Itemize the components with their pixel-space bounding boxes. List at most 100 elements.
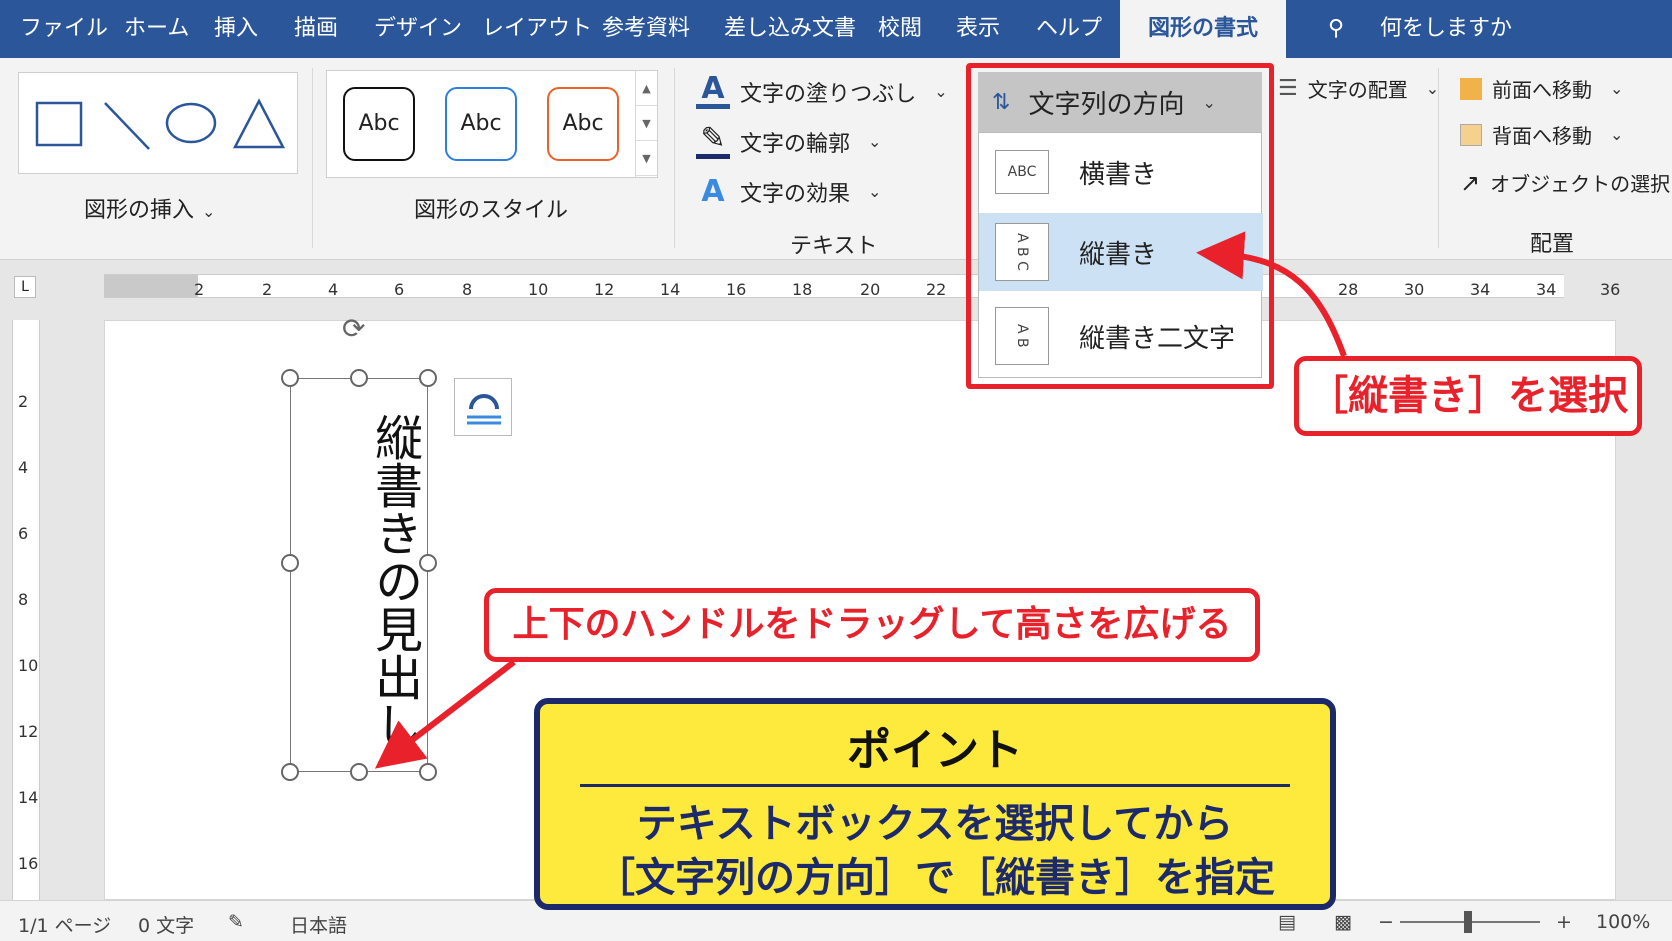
resize-handle[interactable] <box>419 554 437 572</box>
tab-mailings[interactable]: 差し込み文書 <box>724 0 856 58</box>
ruler-number: 34 <box>1536 280 1557 299</box>
chevron-down-icon: ⌄ <box>934 82 948 101</box>
tab-draw[interactable]: 描画 <box>294 0 338 58</box>
text-outline-button[interactable]: ✎ 文字の輪郭 ⌄ <box>696 124 881 159</box>
word-count[interactable]: 0 文字 <box>138 911 194 938</box>
resize-handle[interactable] <box>419 369 437 387</box>
ruler-number: 28 <box>1338 280 1359 299</box>
page-count[interactable]: 1/1 ページ <box>18 911 111 938</box>
menu-item-horizontal[interactable]: ABC 横書き <box>979 133 1263 211</box>
tab-layout[interactable]: レイアウト <box>482 0 592 58</box>
tab-review[interactable]: 校閲 <box>878 0 922 58</box>
menu-item-vertical[interactable]: A B C 縦書き <box>979 213 1263 291</box>
chevron-down-icon: ⌄ <box>868 182 882 201</box>
zoom-level[interactable]: 100% <box>1596 911 1650 933</box>
ruler-number: 30 <box>1404 280 1425 299</box>
text-fill-label: 文字の塗りつぶし <box>740 81 917 107</box>
resize-handle[interactable] <box>350 369 368 387</box>
send-backward-button[interactable]: 背面へ移動 ⌄ <box>1460 120 1623 149</box>
tell-me-input[interactable]: 何をしますか <box>1380 0 1512 58</box>
ruler-number: 22 <box>926 280 947 299</box>
tab-home[interactable]: ホーム <box>124 0 189 58</box>
more-icon[interactable]: ▼ <box>636 141 657 176</box>
gallery-scroller[interactable]: ▲ ▼ ▼ <box>635 71 657 177</box>
ruler-number: 12 <box>18 722 39 741</box>
send-backward-icon <box>1460 123 1482 146</box>
chevron-down-icon: ⌄ <box>202 202 216 221</box>
language-indicator[interactable]: 日本語 <box>290 911 347 938</box>
tab-stop-selector[interactable]: L <box>14 276 36 298</box>
text-fill-icon: A <box>696 74 730 109</box>
tab-help[interactable]: ヘルプ <box>1036 0 1102 58</box>
ruler-number: 16 <box>18 854 39 873</box>
selection-pane-button[interactable]: ↗ オブジェクトの選択⌄ <box>1460 168 1672 197</box>
resize-handle[interactable] <box>419 763 437 781</box>
ruler-number: 8 <box>462 280 473 299</box>
tab-insert[interactable]: 挿入 <box>214 0 258 58</box>
vertical-two-char-icon: A B <box>995 307 1049 365</box>
menu-item-label: 縦書き二文字 <box>1079 323 1236 354</box>
menu-item-label: 縦書き <box>1079 239 1158 270</box>
textbox-text[interactable]: 縦書きの見出し <box>291 401 429 761</box>
text-group-label: テキスト <box>790 234 878 259</box>
ruler-number: 14 <box>660 280 681 299</box>
zoom-out-icon[interactable]: − <box>1378 911 1394 933</box>
style-sample-orange[interactable]: Abc <box>547 87 619 161</box>
zoom-slider-knob[interactable] <box>1464 911 1472 933</box>
bring-forward-label: 前面へ移動 <box>1492 78 1592 102</box>
vertical-text-icon: A B C <box>995 223 1049 281</box>
ruler-number: 4 <box>328 280 339 299</box>
tab-view[interactable]: 表示 <box>956 0 1000 58</box>
rotate-handle-icon[interactable]: ⟳ <box>342 312 365 345</box>
resize-handle[interactable] <box>281 369 299 387</box>
print-layout-icon[interactable]: ▩ <box>1334 911 1352 933</box>
style-sample-blue[interactable]: Abc <box>445 87 517 161</box>
search-icon[interactable]: ⚲ <box>1328 0 1344 58</box>
align-text-label: 文字の配置 <box>1307 78 1408 102</box>
callout-select-vertical: ［縦書き］を選択 <box>1294 356 1642 436</box>
ruler-number: 14 <box>18 788 39 807</box>
tab-design[interactable]: デザイン <box>374 0 462 58</box>
group-divider <box>312 68 313 248</box>
ruler-number: 6 <box>394 280 405 299</box>
align-text-button[interactable]: ☰ 文字の配置 ⌄ <box>1278 74 1439 103</box>
insert-shapes-label: 図形の挿入 <box>84 198 195 223</box>
ruler-number: 12 <box>594 280 615 299</box>
zoom-in-icon[interactable]: + <box>1556 911 1572 933</box>
point-line-1: テキストボックスを選択してから <box>636 801 1234 847</box>
text-direction-button[interactable]: ⇅ 文字列の方向 ⌄ <box>978 72 1262 132</box>
ruler-number: 4 <box>18 458 29 477</box>
scroll-down-icon[interactable]: ▼ <box>636 106 657 141</box>
scroll-up-icon[interactable]: ▲ <box>636 71 657 106</box>
shape-styles-gallery[interactable]: Abc Abc Abc ▲ ▼ ▼ <box>326 70 658 178</box>
layout-options-button[interactable] <box>454 378 512 436</box>
read-mode-icon[interactable]: ▤ <box>1278 911 1296 933</box>
ruler-number: 2 <box>194 280 205 299</box>
bring-forward-button[interactable]: 前面へ移動 ⌄ <box>1460 74 1623 103</box>
arrange-group-label: 配置 <box>1530 232 1575 257</box>
group-divider <box>1438 68 1439 248</box>
ruler-number: 20 <box>860 280 881 299</box>
resize-handle[interactable] <box>350 763 368 781</box>
tab-references[interactable]: 参考資料 <box>602 0 690 58</box>
menu-item-vertical-two-char[interactable]: A B 縦書き二文字 <box>979 297 1263 375</box>
ruler-number: 2 <box>262 280 273 299</box>
ribbon-tab-bar: ファイル ホーム 挿入 描画 デザイン レイアウト 参考資料 差し込み文書 校閲… <box>0 0 1672 58</box>
text-effects-button[interactable]: A 文字の効果 ⌄ <box>696 174 881 209</box>
group-divider <box>674 68 675 248</box>
tab-shape-format[interactable]: 図形の書式 <box>1120 0 1287 58</box>
point-line-2: ［文字列の方向］で［縦書き］を指定 <box>595 855 1275 901</box>
resize-handle[interactable] <box>281 763 299 781</box>
text-fill-button[interactable]: A 文字の塗りつぶし ⌄ <box>696 74 948 109</box>
shape-gallery[interactable] <box>18 72 298 174</box>
insert-shapes-button[interactable]: 図形の挿入 ⌄ <box>84 192 215 224</box>
ruler-number: 8 <box>18 590 29 609</box>
resize-handle[interactable] <box>281 554 299 572</box>
style-sample-black[interactable]: Abc <box>343 87 415 161</box>
text-effects-label: 文字の効果 <box>740 181 851 207</box>
ruler-number: 6 <box>18 524 29 543</box>
align-text-icon: ☰ <box>1278 76 1298 101</box>
proofing-icon[interactable]: ✎ <box>228 911 244 933</box>
tab-file[interactable]: ファイル <box>20 0 108 58</box>
vertical-textbox[interactable]: 縦書きの見出し <box>290 378 428 772</box>
